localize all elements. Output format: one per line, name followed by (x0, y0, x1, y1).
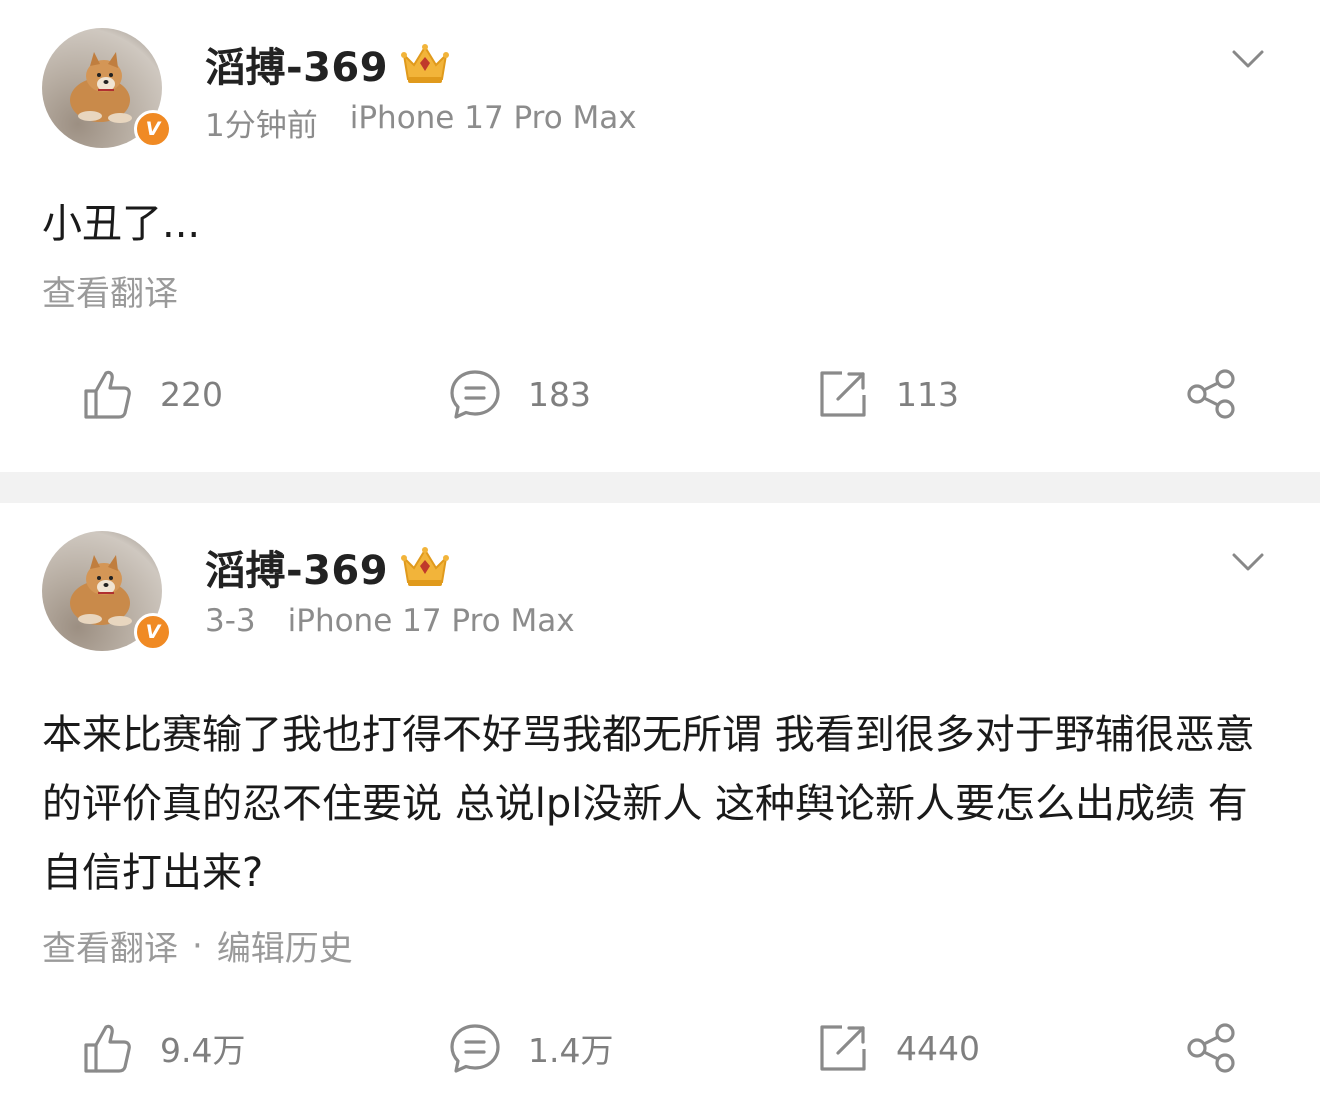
weibo-post-2: V 滔搏-369 3-3 iPhone 17 Pro Max 本来比赛输了我也打… (0, 503, 1320, 1103)
thumbs-up-icon (84, 370, 131, 419)
username-row: 滔搏-369 (205, 539, 452, 595)
post-content: 小丑了... (42, 201, 201, 247)
view-translation-link[interactable]: 查看翻译 (42, 921, 178, 970)
verified-badge-icon: V (134, 613, 172, 651)
post-links: 查看翻译 · 编辑历史 (42, 921, 353, 970)
comment-button[interactable]: 1.4万 (448, 1018, 613, 1078)
comment-bubble-icon (450, 370, 500, 419)
like-button[interactable]: 220 (80, 364, 223, 424)
action-bar: 9.4万 1.4万 4440 (0, 1018, 1320, 1078)
post-time: 1分钟前 (205, 108, 318, 144)
comment-count: 1.4万 (528, 1031, 614, 1070)
action-bar: 220 183 113 (0, 364, 1320, 424)
post-separator (0, 472, 1320, 503)
avatar[interactable]: V (42, 531, 172, 659)
link-separator: · (192, 925, 203, 966)
post-meta: 3-3 iPhone 17 Pro Max (205, 603, 575, 639)
share-icon (1187, 1023, 1235, 1073)
comment-button[interactable]: 183 (448, 364, 591, 424)
post-time: 3-3 (205, 603, 256, 639)
username[interactable]: 滔搏-369 (205, 35, 388, 93)
like-button[interactable]: 9.4万 (80, 1018, 245, 1078)
chevron-down-icon[interactable] (1228, 547, 1268, 577)
share-button[interactable] (1184, 364, 1238, 424)
post-device: iPhone 17 Pro Max (287, 603, 575, 639)
crown-badge-icon[interactable] (398, 41, 452, 87)
chevron-down-icon[interactable] (1228, 44, 1268, 74)
repost-button[interactable]: 113 (816, 364, 959, 424)
post-content: 本来比赛输了我也打得不好骂我都无所谓 我看到很多对于野辅很恶意的评价真的忍不住要… (42, 712, 1255, 896)
like-count: 220 (160, 374, 223, 414)
share-button[interactable] (1184, 1018, 1238, 1078)
thumbs-up-icon (84, 1024, 131, 1073)
username[interactable]: 滔搏-369 (205, 538, 388, 596)
edit-history-link[interactable]: 编辑历史 (217, 921, 353, 970)
repost-count: 4440 (896, 1028, 980, 1068)
repost-icon (820, 371, 866, 417)
verified-badge-icon: V (134, 110, 172, 148)
view-translation-link[interactable]: 查看翻译 (42, 266, 178, 315)
comment-count: 183 (528, 374, 591, 414)
post-links: 查看翻译 (42, 266, 178, 315)
comment-bubble-icon (450, 1024, 500, 1073)
repost-count: 113 (896, 374, 959, 414)
like-count: 9.4万 (160, 1031, 246, 1070)
repost-icon (820, 1025, 866, 1071)
post-meta: 1分钟前 iPhone 17 Pro Max (205, 100, 637, 145)
share-icon (1187, 369, 1235, 419)
username-row: 滔搏-369 (205, 36, 452, 92)
weibo-post-1: V 滔搏-369 1分钟前 iPhone 17 Pro Max 小丑了... 查… (0, 0, 1320, 472)
crown-badge-icon[interactable] (398, 544, 452, 590)
post-device: iPhone 17 Pro Max (349, 100, 637, 136)
avatar[interactable]: V (42, 28, 172, 156)
repost-button[interactable]: 4440 (816, 1018, 980, 1078)
